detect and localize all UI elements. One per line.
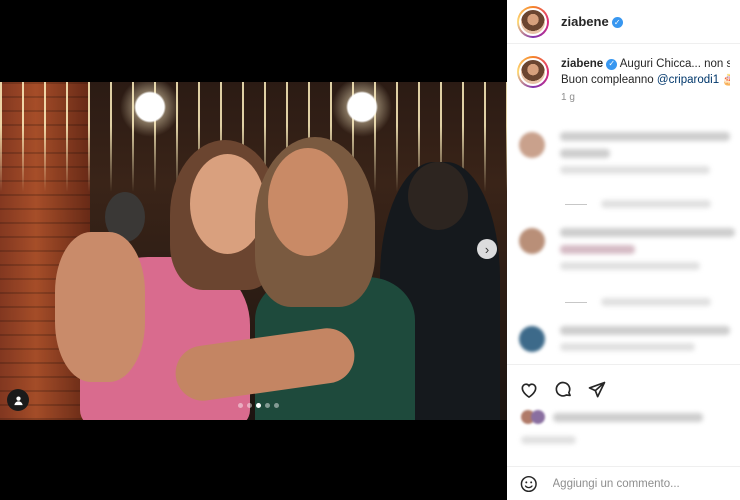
comment-item	[519, 326, 730, 359]
caption-username[interactable]: ziabene	[561, 58, 603, 70]
caption-emoji: 🎂	[722, 74, 730, 86]
carousel-dot	[247, 403, 252, 408]
view-replies[interactable]	[565, 200, 711, 208]
comment-item	[519, 132, 730, 182]
caption-avatar[interactable]	[517, 56, 549, 88]
comment-item	[519, 228, 735, 278]
likes-date	[521, 436, 576, 444]
verified-badge-icon: ✓	[606, 58, 618, 70]
view-replies[interactable]	[565, 298, 711, 306]
header-username[interactable]: ziabene ✓	[561, 14, 623, 29]
user-tag-icon[interactable]	[7, 389, 29, 411]
comment-avatar[interactable]	[519, 228, 545, 254]
chevron-right-icon[interactable]: ›	[477, 239, 497, 259]
heart-icon[interactable]	[519, 380, 539, 400]
carousel-dot	[274, 403, 279, 408]
carousel-dot-active	[256, 403, 261, 408]
post-photo[interactable]	[0, 82, 507, 420]
post-header: ziabene ✓	[507, 0, 740, 44]
smiley-icon[interactable]	[519, 474, 539, 494]
woman-left-arm	[55, 232, 145, 382]
background-man-head	[408, 162, 468, 230]
carousel-dot	[238, 403, 243, 408]
caption-line2: Buon compleanno	[561, 74, 654, 86]
comment-bubble-icon[interactable]	[553, 380, 573, 400]
woman-left-face	[190, 154, 265, 254]
caption-timestamp: 1 g	[561, 92, 575, 103]
caption-text: Auguri Chicca... non sia	[619, 58, 730, 70]
comment-avatar[interactable]	[519, 132, 545, 158]
comment-avatar[interactable]	[519, 326, 545, 352]
post-caption: ziabene ✓ Auguri Chicca... non sia Buon c…	[507, 44, 740, 114]
caption-mention-link[interactable]: @criparodi1	[657, 74, 719, 86]
post-media-area: ›	[0, 0, 507, 500]
paper-plane-icon[interactable]	[587, 380, 607, 400]
header-username-text[interactable]: ziabene	[561, 14, 609, 29]
woman-right-face	[268, 148, 348, 256]
carousel-indicator	[238, 403, 279, 408]
add-comment-bar	[507, 466, 740, 500]
comments-list	[507, 120, 740, 360]
likes-summary[interactable]	[521, 410, 703, 424]
comment-input[interactable]	[552, 477, 728, 490]
verified-badge-icon: ✓	[611, 17, 623, 28]
post-side-panel: ziabene ✓ ziabene ✓ Auguri Chicca... non s…	[507, 0, 740, 500]
avatar[interactable]	[517, 5, 549, 38]
carousel-dot	[265, 403, 270, 408]
post-actions-bar	[507, 364, 740, 404]
